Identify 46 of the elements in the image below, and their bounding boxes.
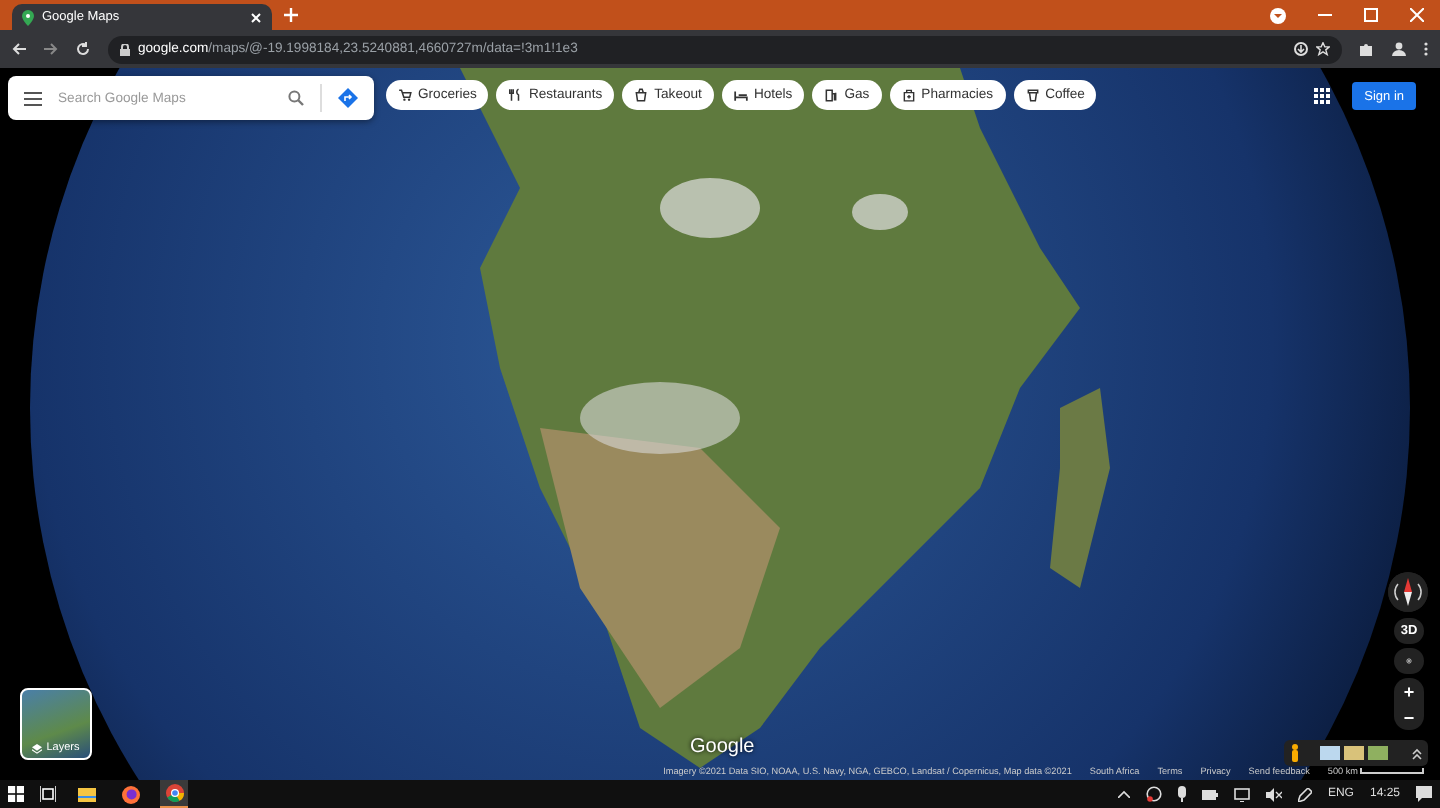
pen-icon[interactable] bbox=[1297, 787, 1312, 801]
zoom-out-button[interactable]: − bbox=[1394, 704, 1424, 730]
my-location-button[interactable] bbox=[1394, 648, 1424, 674]
location-icon bbox=[1406, 654, 1412, 668]
new-tab-icon[interactable] bbox=[284, 8, 298, 22]
browser-logo-icon bbox=[165, 784, 183, 802]
folder-icon bbox=[77, 787, 95, 801]
windows-start-icon[interactable] bbox=[8, 786, 24, 802]
microphone-icon[interactable] bbox=[1177, 786, 1186, 802]
pegman-icon[interactable] bbox=[1290, 744, 1300, 762]
expand-icon[interactable] bbox=[1412, 747, 1422, 759]
taskbar-app-button[interactable] bbox=[160, 780, 188, 808]
close-icon[interactable] bbox=[250, 11, 262, 23]
search-icon[interactable] bbox=[288, 90, 304, 106]
task-view-icon[interactable] bbox=[40, 786, 56, 802]
back-icon[interactable] bbox=[12, 42, 26, 56]
apps-grid-icon[interactable] bbox=[1314, 88, 1330, 104]
lock-icon bbox=[120, 43, 130, 55]
category-icon bbox=[398, 88, 412, 102]
category-icon bbox=[824, 88, 839, 102]
battery-icon[interactable] bbox=[1201, 789, 1218, 799]
install-icon[interactable] bbox=[1294, 42, 1308, 56]
menu-icon[interactable] bbox=[24, 91, 42, 105]
speaker-muted-icon[interactable] bbox=[1265, 787, 1282, 801]
network-icon[interactable] bbox=[1145, 786, 1162, 802]
account-icon[interactable] bbox=[1392, 42, 1406, 56]
category-icon bbox=[1025, 88, 1040, 102]
category-icon bbox=[733, 88, 748, 102]
browser-logo-icon bbox=[121, 785, 139, 803]
layers-icon bbox=[32, 744, 43, 754]
chevron-up-icon[interactable] bbox=[1117, 790, 1130, 798]
category-icon bbox=[901, 88, 916, 102]
notification-icon[interactable] bbox=[1416, 786, 1432, 802]
directions-icon[interactable] bbox=[338, 88, 358, 108]
category-icon bbox=[508, 88, 523, 102]
map-logo: Google bbox=[690, 736, 755, 758]
reload-icon[interactable] bbox=[76, 42, 90, 56]
category-icon bbox=[634, 88, 649, 102]
map-pin-icon bbox=[22, 9, 34, 25]
display-icon[interactable] bbox=[1233, 787, 1250, 801]
zoom-in-button[interactable]: + bbox=[1394, 678, 1424, 704]
forward-icon[interactable] bbox=[44, 42, 58, 56]
star-icon[interactable] bbox=[1316, 42, 1330, 56]
taskbar-app-button[interactable] bbox=[116, 780, 144, 808]
scale-bar bbox=[1360, 768, 1424, 774]
maximize-icon[interactable] bbox=[1364, 8, 1378, 22]
